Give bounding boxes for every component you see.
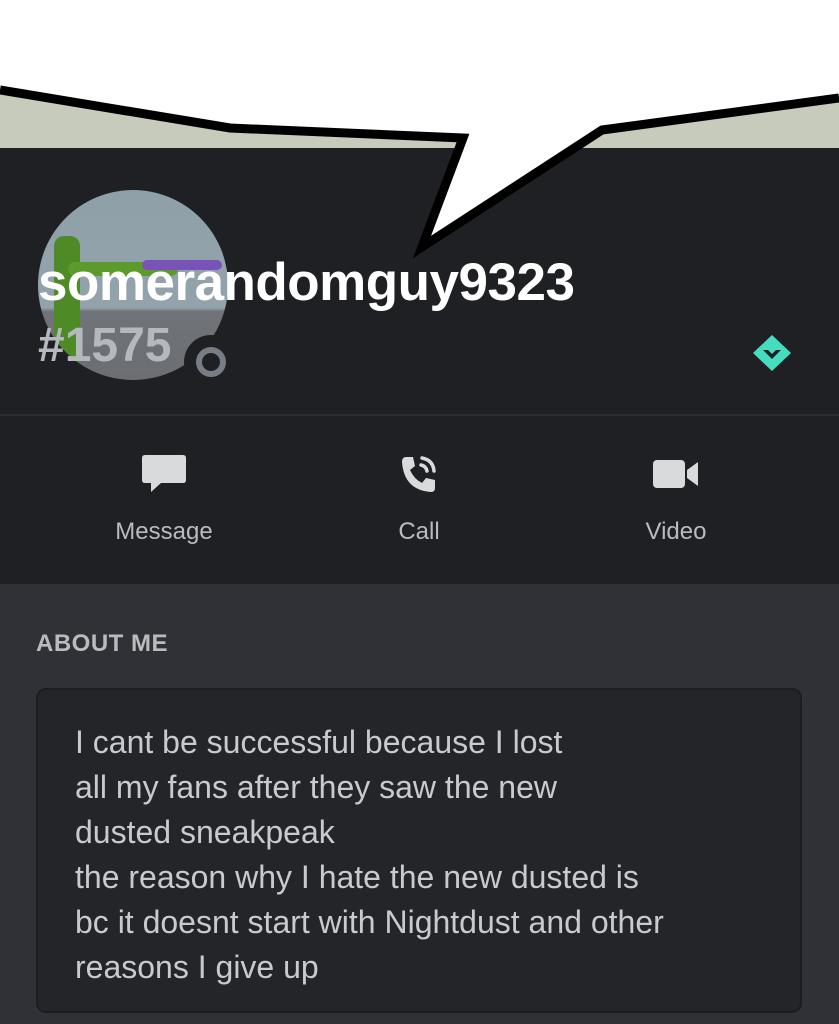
about-me-line: all my fans after they saw the new: [75, 769, 557, 805]
message-icon: [142, 455, 186, 492]
status-indicator: [184, 335, 238, 389]
about-me-line: reasons I give up: [75, 949, 319, 985]
about-me-line: the reason why I hate the new dusted is: [75, 859, 639, 895]
message-button[interactable]: Message: [64, 450, 264, 560]
about-me-line: I cant be successful because I lost: [75, 724, 563, 760]
username: somerandomguy9323: [38, 253, 575, 312]
video-label: Video: [645, 518, 707, 545]
hypesquad-diamond-icon[interactable]: [752, 334, 792, 372]
phone-call-icon: [402, 456, 436, 492]
about-me-title: ABOUT ME: [36, 630, 168, 657]
about-me-line: dusted sneakpeak: [75, 814, 335, 850]
about-me-box: I cant be successful because I lost all …: [36, 688, 802, 1013]
call-label: Call: [398, 518, 440, 545]
message-label: Message: [115, 518, 213, 545]
about-me-text: I cant be successful because I lost all …: [75, 720, 664, 990]
about-me-line: bc it doesnt start with Nightdust and ot…: [75, 904, 664, 940]
video-button[interactable]: Video: [576, 450, 776, 560]
video-camera-icon: [653, 460, 698, 488]
offline-status-icon: [196, 347, 226, 377]
discriminator: #1575: [38, 319, 172, 372]
speech-bubble-overlay: [0, 0, 839, 259]
call-button[interactable]: Call: [319, 450, 519, 560]
